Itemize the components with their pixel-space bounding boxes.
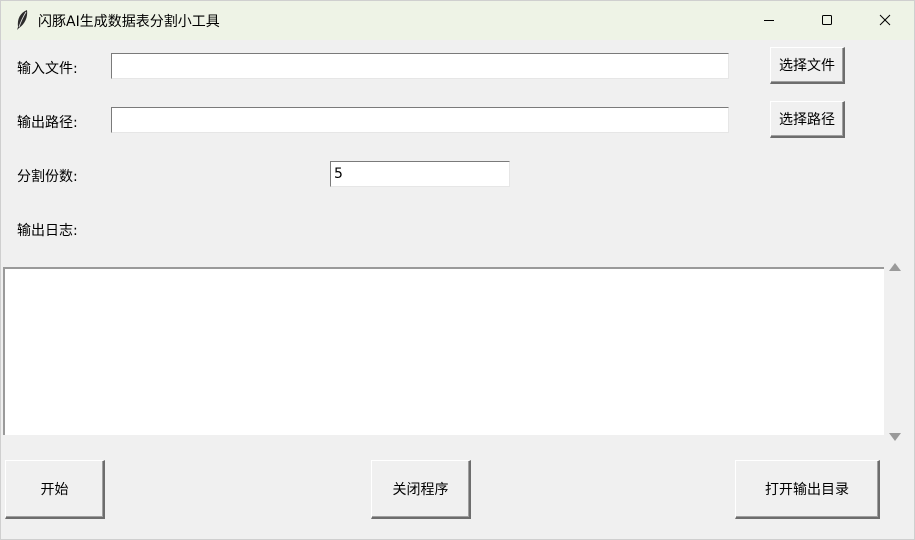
open-output-dir-button[interactable]: 打开输出目录: [735, 460, 880, 519]
close-window-button[interactable]: [856, 1, 914, 40]
feather-icon: [14, 9, 30, 31]
output-path-field[interactable]: [111, 107, 729, 133]
scroll-up-icon[interactable]: [889, 263, 901, 271]
window-title: 闪豚AI生成数据表分割小工具: [38, 14, 220, 30]
split-count-label: 分割份数:: [17, 169, 78, 185]
choose-file-button[interactable]: 选择文件: [770, 47, 845, 84]
app-window: 闪豚AI生成数据表分割小工具 输入文件: 选择文件 输出路径: 选择路径 分割份…: [0, 0, 915, 540]
maximize-icon: [822, 15, 832, 25]
close-icon: [879, 14, 891, 26]
output-log-textarea[interactable]: [3, 267, 884, 435]
title-bar[interactable]: 闪豚AI生成数据表分割小工具: [1, 1, 914, 40]
output-path-label: 输出路径:: [17, 115, 78, 131]
close-program-button[interactable]: 关闭程序: [371, 460, 471, 519]
minimize-button[interactable]: [740, 1, 798, 40]
input-file-label: 输入文件:: [17, 61, 78, 77]
split-count-field[interactable]: 5: [330, 161, 510, 187]
output-log-label: 输出日志:: [17, 223, 78, 239]
log-scrollbar[interactable]: [885, 255, 905, 447]
maximize-button[interactable]: [798, 1, 856, 40]
start-button[interactable]: 开始: [5, 460, 105, 519]
choose-path-button[interactable]: 选择路径: [770, 101, 845, 138]
scroll-down-icon[interactable]: [889, 433, 901, 441]
minimize-icon: [764, 20, 774, 21]
input-file-field[interactable]: [111, 53, 729, 79]
